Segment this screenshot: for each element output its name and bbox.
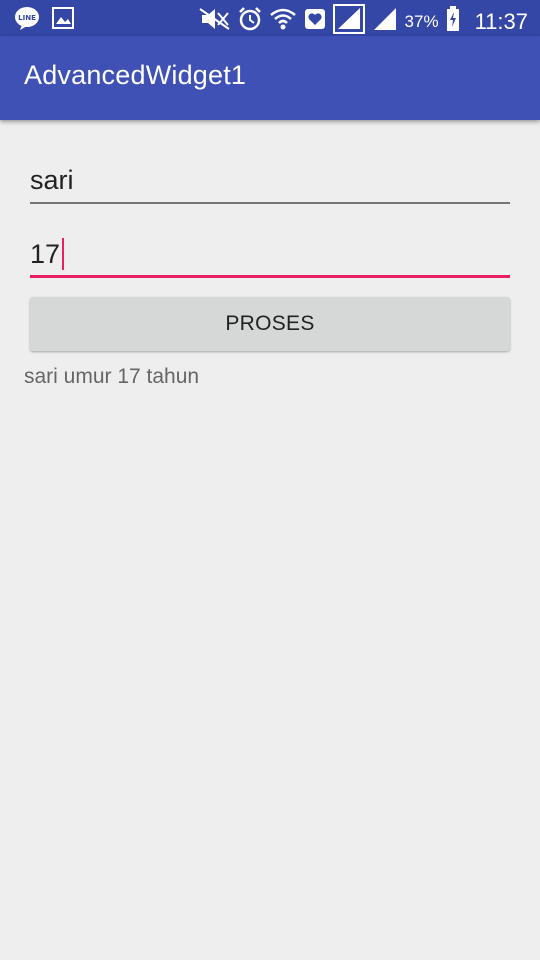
battery-charging-icon	[446, 6, 460, 37]
clock: 11:37	[474, 8, 528, 34]
age-input-value: 17	[30, 238, 61, 269]
result-text: sari umur 17 tahun	[24, 365, 200, 388]
app-title: AdvancedWidget1	[24, 60, 247, 90]
name-input-value: sari	[30, 165, 74, 195]
status-bar: LINE 37% 11:37	[0, 0, 540, 36]
signal-icon-2	[372, 7, 398, 36]
name-field-underline	[30, 202, 510, 204]
wifi-icon	[269, 7, 297, 36]
gallery-icon	[52, 7, 74, 34]
age-input[interactable]: 17	[30, 238, 65, 270]
alarm-icon	[238, 7, 262, 36]
svg-text:LINE: LINE	[18, 14, 36, 22]
text-cursor	[62, 238, 65, 270]
proses-button[interactable]: PROSES	[30, 297, 510, 351]
signal-icon	[332, 4, 365, 39]
line-app-icon: LINE	[14, 6, 40, 35]
name-field[interactable]: sari	[30, 160, 510, 204]
age-field[interactable]: 17	[30, 230, 510, 278]
app-bar: AdvancedWidget1	[0, 36, 540, 120]
heart-icon	[304, 8, 326, 35]
mute-icon	[198, 7, 231, 36]
battery-percent: 37%	[404, 11, 439, 31]
name-input[interactable]: sari	[30, 165, 74, 196]
age-field-underline	[30, 275, 510, 278]
